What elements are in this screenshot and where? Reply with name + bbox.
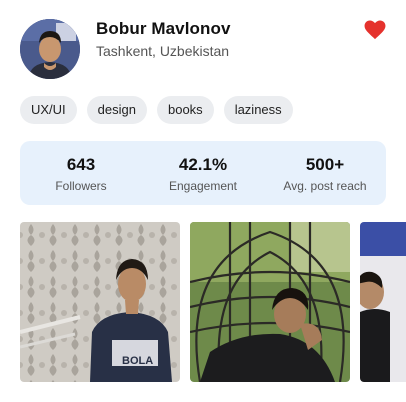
stat-followers-value: 643 [66,155,96,174]
stat-engagement: 42.1% Engagement [142,141,264,205]
heart-icon [364,20,386,40]
profile-name: Bobur Mavlonov [96,19,231,38]
stat-followers-label: Followers [55,179,107,193]
stat-reach: 500+ Avg. post reach [264,141,386,205]
like-button[interactable] [364,20,386,40]
tag-books[interactable]: books [156,96,214,124]
profile-location: Tashkent, Uzbekistan [96,43,230,59]
avatar[interactable] [20,19,80,79]
gallery-photo[interactable] [190,222,350,382]
tag-laziness[interactable]: laziness [223,96,293,124]
stat-reach-label: Avg. post reach [283,179,367,193]
photo-gallery[interactable]: BOLA [20,222,406,382]
profile-card: Bobur Mavlonov Tashkent, Uzbekistan UX/U… [0,0,406,402]
stat-followers: 643 Followers [20,141,142,205]
tag-design[interactable]: design [86,96,147,124]
tag-ux-ui[interactable]: UX/UI [20,96,77,124]
gallery-photo[interactable] [360,222,406,382]
stat-engagement-value: 42.1% [178,155,228,174]
stats-panel: 643 Followers 42.1% Engagement 500+ Avg.… [20,141,386,205]
gallery-photo[interactable]: BOLA [20,222,180,382]
tag-list: UX/UI design books laziness [20,96,293,124]
svg-text:BOLA: BOLA [122,355,153,367]
stat-engagement-label: Engagement [168,179,238,193]
stat-reach-value: 500+ [305,155,345,174]
